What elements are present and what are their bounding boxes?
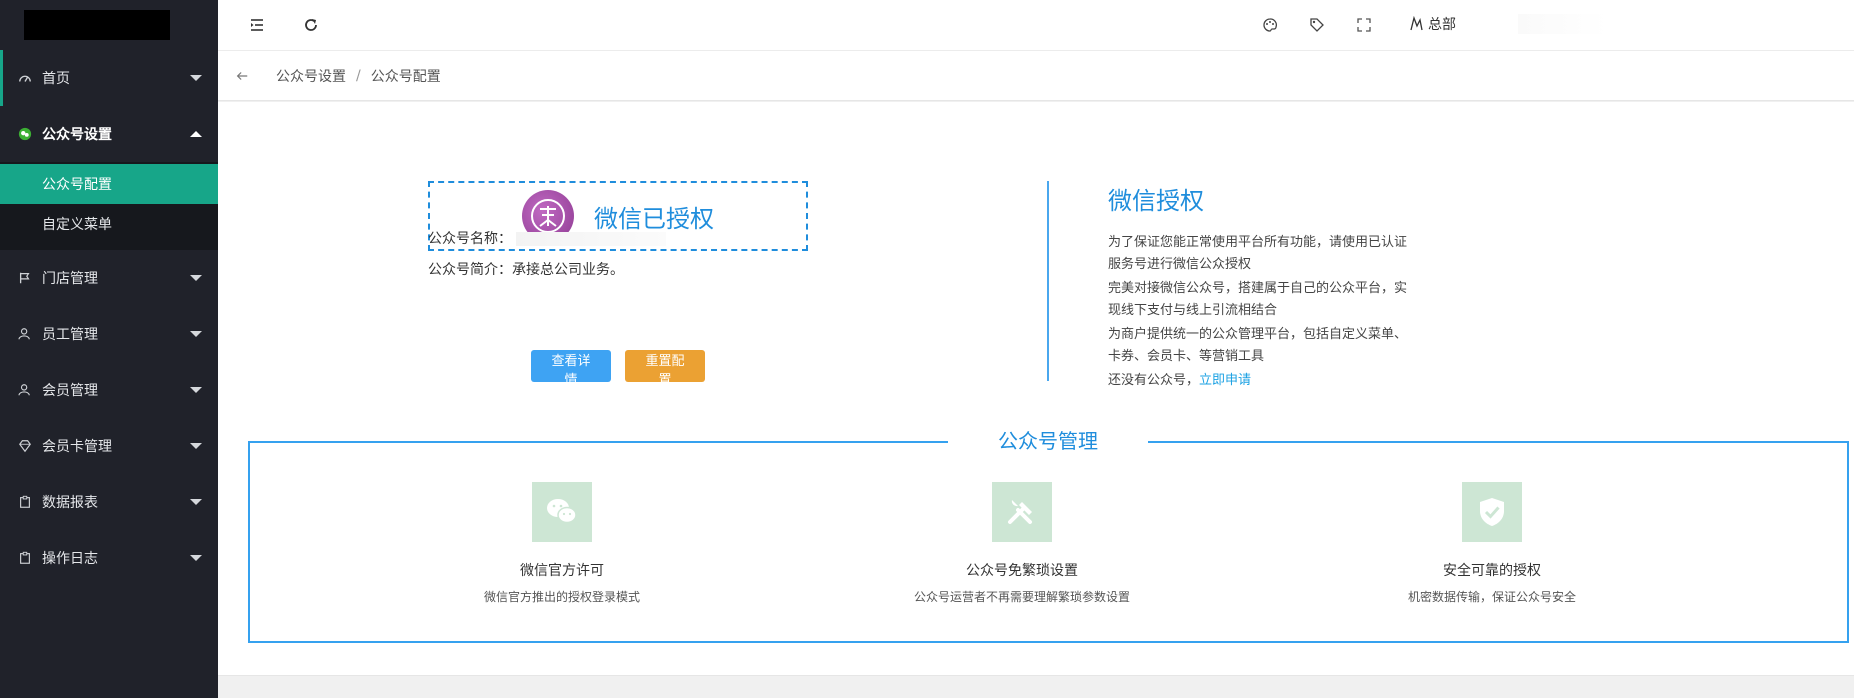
divider xyxy=(1047,181,1049,381)
logo-image xyxy=(24,10,170,40)
sidebar-item-store[interactable]: 门店管理 xyxy=(0,250,218,306)
diamond-icon xyxy=(18,439,32,453)
sidebar-item-reports[interactable]: 数据报表 xyxy=(0,474,218,530)
refresh-icon[interactable] xyxy=(302,16,320,34)
feature-desc: 公众号运营者不再需要理解繁琐参数设置 xyxy=(913,590,1130,604)
feature-title: 微信官方许可 xyxy=(520,563,604,579)
info-paragraph: 为商户提供统一的公众管理平台，包括自定义菜单、卡券、会员卡、等营销工具 xyxy=(1108,327,1408,364)
chevron-down-icon xyxy=(190,387,202,393)
sidebar-item-member-cards[interactable]: 会员卡管理 xyxy=(0,418,218,474)
info-panel-title: 微信授权 xyxy=(1108,187,1204,215)
org-switcher[interactable]: 总部 xyxy=(1408,14,1456,34)
apply-row: 还没有公众号，立即申请 xyxy=(1108,370,1413,392)
account-name-label: 公众号名称： xyxy=(428,231,512,247)
view-details-button[interactable]: 查看详情 xyxy=(531,350,611,388)
account-intro-row: 公众号简介：承接总公司业务。 xyxy=(428,259,624,279)
branch-icon xyxy=(1410,16,1423,31)
user-icon xyxy=(18,383,32,397)
reset-config-button[interactable]: 重置配置 xyxy=(625,350,705,388)
chevron-up-icon xyxy=(190,131,202,137)
tag-icon[interactable] xyxy=(1308,16,1326,34)
wechat-settings-submenu: 公众号配置 自定义菜单 xyxy=(0,162,218,250)
sidebar-item-staff[interactable]: 员工管理 xyxy=(0,306,218,362)
feature-easy-setup: 公众号免繁琐设置 公众号运营者不再需要理解繁琐参数设置 xyxy=(882,482,1162,605)
breadcrumb-item-current: 公众号配置 xyxy=(370,68,441,85)
wechat-icon xyxy=(18,127,32,141)
fullscreen-icon[interactable] xyxy=(1355,16,1373,34)
info-panel: 微信授权 为了保证您能正常使用平台所有功能，请使用已认证服务号进行微信公众授权 … xyxy=(1108,181,1428,394)
feature-desc: 微信官方推出的授权登录模式 xyxy=(483,590,640,604)
back-arrow-icon[interactable] xyxy=(232,66,252,86)
chevron-down-icon xyxy=(190,275,202,281)
palette-icon[interactable] xyxy=(1261,16,1279,34)
tools-icon xyxy=(992,482,1052,542)
flag-icon xyxy=(18,271,32,285)
sidebar-item-members[interactable]: 会员管理 xyxy=(0,362,218,418)
info-paragraph: 完美对接微信公众号，搭建属于自己的公众平台，实现线下支付与线上引流相结合 xyxy=(1108,281,1408,318)
chevron-down-icon xyxy=(190,555,202,561)
account-name-value xyxy=(516,232,667,246)
feature-secure-auth: 安全可靠的授权 机密数据传输，保证公众号安全 xyxy=(1352,482,1632,605)
sidebar-subitem-custom-menu[interactable]: 自定义菜单 xyxy=(0,204,218,244)
chevron-down-icon xyxy=(190,499,202,505)
feature-official-license: 微信官方许可 微信官方推出的授权登录模式 xyxy=(422,482,702,605)
wechat-chat-icon xyxy=(532,482,592,542)
account-intro-label: 公众号简介： xyxy=(428,262,512,278)
user-info-blurred xyxy=(1518,14,1608,34)
clipboard-icon xyxy=(18,495,32,509)
footer-strip xyxy=(218,675,1854,698)
shield-check-icon xyxy=(1462,482,1522,542)
sidebar: 首页 公众号设置 公众号配置 自定义菜单 门店管理 员工管理 会员管理 会员卡管… xyxy=(0,0,218,698)
org-label: 总部 xyxy=(1428,17,1456,33)
breadcrumb-separator: / xyxy=(356,67,361,84)
feature-title: 安全可靠的授权 xyxy=(1443,563,1541,579)
chevron-down-icon xyxy=(190,331,202,337)
chevron-down-icon xyxy=(190,75,202,81)
breadcrumb-item[interactable]: 公众号设置 xyxy=(276,66,346,86)
account-name-row: 公众号名称： xyxy=(428,228,667,248)
menu-collapse-icon[interactable] xyxy=(248,16,266,34)
sidebar-item-label: 公众号设置 xyxy=(42,127,112,143)
sidebar-item-label: 操作日志 xyxy=(42,551,98,567)
apply-prefix: 还没有公众号， xyxy=(1108,373,1200,388)
top-header: 总部 xyxy=(218,0,1854,51)
sidebar-item-label: 首页 xyxy=(42,71,70,87)
sidebar-item-label: 员工管理 xyxy=(42,327,98,343)
sidebar-item-label: 门店管理 xyxy=(42,271,98,287)
breadcrumb: 公众号设置 / 公众号配置 xyxy=(218,51,1854,101)
sidebar-item-label: 会员卡管理 xyxy=(42,439,112,455)
sidebar-subitem-wechat-config[interactable]: 公众号配置 xyxy=(0,164,218,204)
user-icon xyxy=(18,327,32,341)
sidebar-item-operation-log[interactable]: 操作日志 xyxy=(0,530,218,586)
info-paragraph: 为了保证您能正常使用平台所有功能，请使用已认证服务号进行微信公众授权 xyxy=(1108,235,1408,272)
sidebar-item-home[interactable]: 首页 xyxy=(0,50,218,106)
main-content: 微信已授权 公众号名称： 公众号简介：承接总公司业务。 查看详情 重置配置 微信… xyxy=(218,102,1854,675)
sidebar-item-label: 数据报表 xyxy=(42,495,98,511)
sidebar-item-wechat-settings[interactable]: 公众号设置 xyxy=(0,106,218,162)
apply-now-link[interactable]: 立即申请 xyxy=(1199,373,1251,388)
feature-desc: 机密数据传输，保证公众号安全 xyxy=(1407,590,1576,604)
logo xyxy=(0,0,218,50)
management-title: 公众号管理 xyxy=(948,425,1148,454)
dashboard-icon xyxy=(18,71,32,85)
account-intro-value: 承接总公司业务。 xyxy=(512,262,624,278)
feature-title: 公众号免繁琐设置 xyxy=(966,563,1078,579)
sidebar-item-label: 会员管理 xyxy=(42,383,98,399)
chevron-down-icon xyxy=(190,443,202,449)
clipboard-icon xyxy=(18,551,32,565)
